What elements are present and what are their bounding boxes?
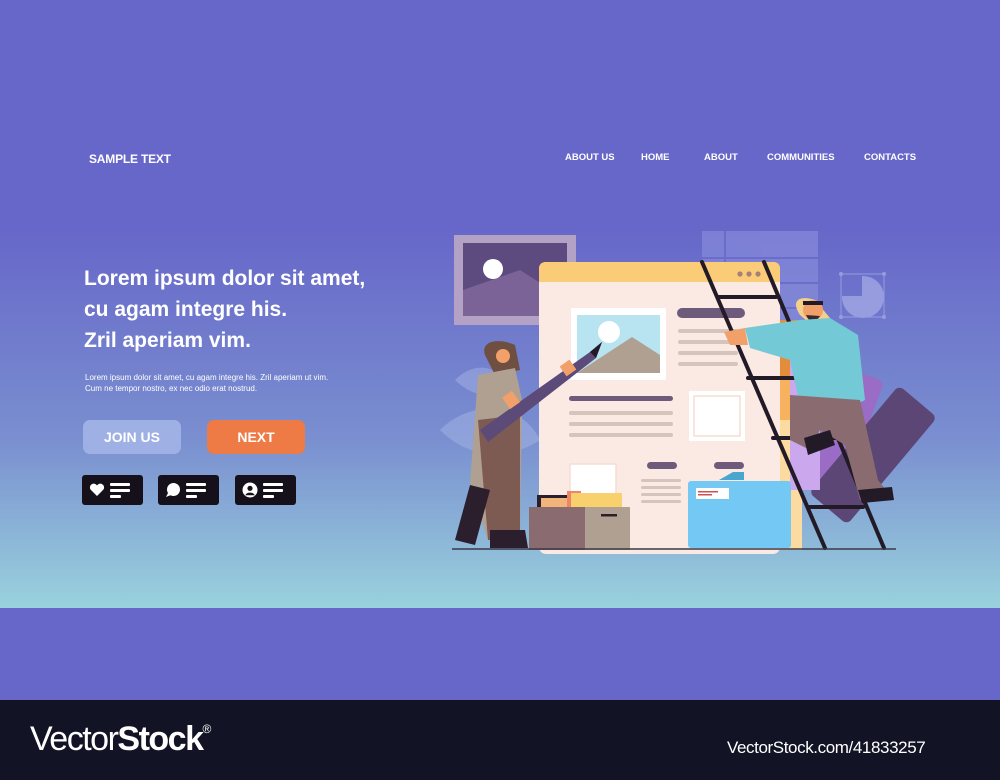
- chat-bubble-icon: [166, 483, 180, 497]
- heart-icon: [89, 483, 105, 496]
- logo-light: Vector: [30, 720, 119, 758]
- folder: [688, 472, 791, 548]
- chip-chat[interactable]: [158, 475, 219, 505]
- logo-bold: Stock: [117, 720, 204, 758]
- image-url[interactable]: VectorStock.com/41833257: [727, 738, 926, 758]
- body-line: Cum ne tempor nostro, ex nec odio erat n…: [85, 384, 258, 393]
- chip-heart[interactable]: [82, 475, 143, 505]
- nav-about[interactable]: ABOUT: [704, 152, 738, 163]
- hero-illustration: [440, 231, 935, 554]
- vectorstock-logo[interactable]: VectorStock®: [30, 720, 211, 759]
- chip-user[interactable]: [235, 475, 296, 505]
- nav-home[interactable]: HOME: [641, 152, 670, 163]
- text-lines-icon: [186, 482, 206, 498]
- hero-body-text: Lorem ipsum dolor sit amet, cu agam inte…: [85, 372, 328, 394]
- headline-line: cu agam integre his.: [84, 298, 288, 321]
- join-us-button[interactable]: JOIN US: [83, 420, 181, 454]
- lower-band: [0, 608, 1000, 700]
- text-lines-icon: [110, 482, 130, 498]
- user-avatar-icon: [242, 482, 258, 498]
- pie-chart-widget: [839, 272, 886, 319]
- next-button[interactable]: NEXT: [207, 420, 305, 454]
- file-box: [529, 491, 630, 550]
- nav-contacts[interactable]: CONTACTS: [864, 152, 916, 163]
- brand-logo-text[interactable]: SAMPLE TEXT: [89, 152, 171, 166]
- text-lines-icon: [263, 482, 283, 498]
- nav-about-us[interactable]: ABOUT US: [565, 152, 615, 163]
- headline-line: Lorem ipsum dolor sit amet,: [84, 267, 366, 290]
- registered-mark: ®: [202, 722, 211, 736]
- hero-headline: Lorem ipsum dolor sit amet, cu agam inte…: [84, 263, 365, 356]
- headline-line: Zril aperiam vim.: [84, 329, 251, 352]
- nav-communities[interactable]: COMMUNITIES: [767, 152, 835, 163]
- body-line: Lorem ipsum dolor sit amet, cu agam inte…: [85, 373, 329, 382]
